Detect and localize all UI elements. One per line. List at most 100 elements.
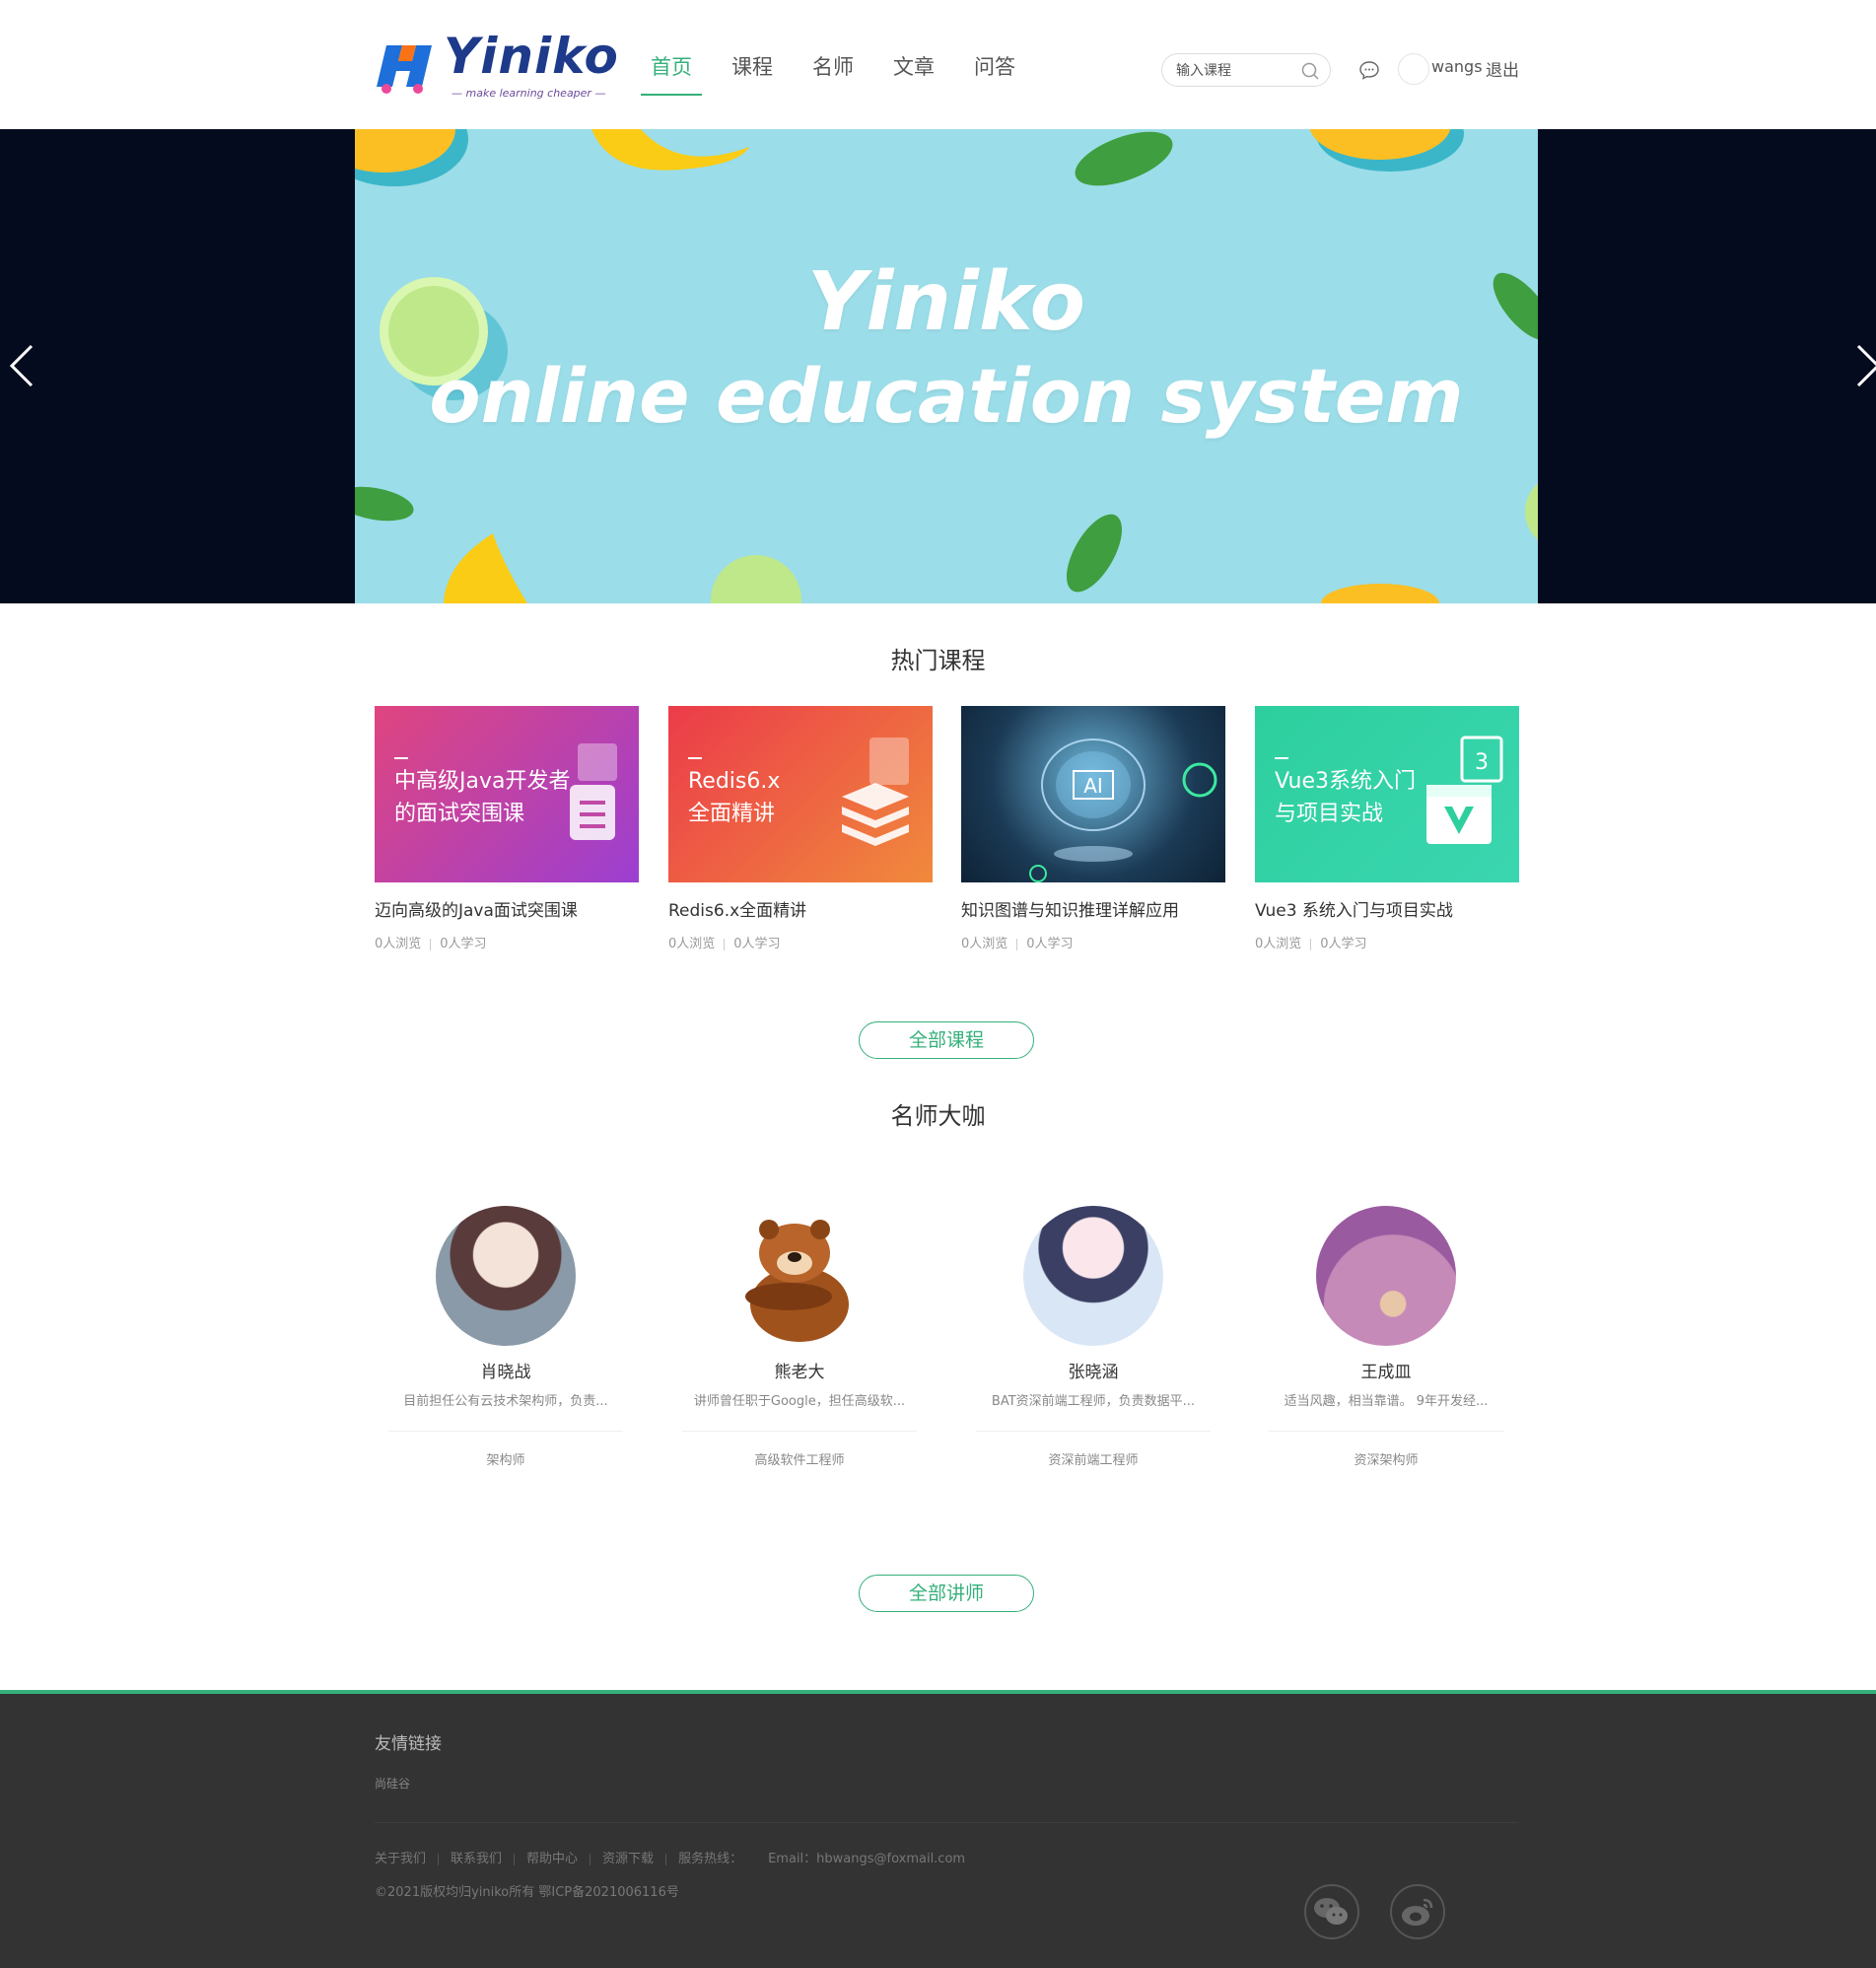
footer-link-contact[interactable]: 联系我们 [451, 1852, 502, 1866]
divider [1269, 1431, 1503, 1432]
teacher-avatar[interactable] [1023, 1206, 1163, 1346]
hot-courses-title: 热门课程 [890, 647, 986, 674]
banner-title: Yiniko [807, 255, 1085, 349]
course-cover-text: 中高级Java开发者 的面试突围课 [394, 757, 570, 830]
footer-link-help[interactable]: 帮助中心 [526, 1852, 578, 1866]
course-name[interactable]: 迈向高级的Java面试突围课 [375, 896, 639, 921]
teacher-desc: 目前担任公有云技术架构师，负责... [403, 1394, 608, 1409]
course-card[interactable]: Vue3系统入门 与项目实战 3 Vue3 系统入门与项目实战 0人浏览 0人学习 [1255, 706, 1519, 951]
course-name[interactable]: Vue3 系统入门与项目实战 [1255, 896, 1519, 921]
footer-hotline: 服务热线： [678, 1852, 743, 1866]
course-meta: 0人浏览 0人学习 [668, 933, 933, 951]
teacher-name[interactable]: 熊老大 [682, 1358, 917, 1382]
course-cover[interactable]: Vue3系统入门 与项目实战 3 [1255, 706, 1519, 882]
logo-tagline: — make learning cheaper — [452, 87, 606, 100]
logo-mark-icon [377, 45, 432, 94]
svg-text:3: 3 [1475, 750, 1489, 775]
user-avatar[interactable] [1398, 53, 1429, 85]
course-views: 0人浏览 [961, 937, 1008, 951]
course-cover[interactable]: Redis6.x 全面精讲 [668, 706, 933, 882]
teacher-title: 高级软件工程师 [754, 1453, 845, 1468]
divider [388, 1431, 623, 1432]
ai-brain-icon: AI [1029, 738, 1217, 882]
banner-slide[interactable]: Yiniko online education system [355, 129, 1538, 603]
search-icon[interactable] [1300, 61, 1320, 81]
course-card[interactable]: AI 知识图谱与知识推理详解应用 0人浏览 0人学习 [961, 706, 1225, 951]
teacher-title: 资深架构师 [1354, 1453, 1419, 1468]
nav-qa[interactable]: 问答 [974, 51, 1015, 96]
course-name[interactable]: Redis6.x全面精讲 [668, 896, 933, 921]
footer-link-download[interactable]: 资源下载 [602, 1852, 654, 1866]
teacher-desc: BAT资深前端工程师，负责数据平... [991, 1394, 1196, 1409]
search-input[interactable] [1176, 61, 1294, 81]
course-name[interactable]: 知识图谱与知识推理详解应用 [961, 896, 1225, 921]
logo[interactable]: Yiniko — make learning cheaper — [373, 28, 618, 106]
logo-text: Yiniko [444, 28, 619, 85]
teacher-card[interactable]: 王成皿 适当风趣，相当靠谱。 9年开发经... 资深架构师 [1269, 1206, 1503, 1468]
logout-link[interactable]: 退出 [1486, 56, 1519, 81]
course-card[interactable]: Redis6.x 全面精讲 Redis6.x全面精讲 0人浏览 0人学习 [668, 706, 933, 951]
course-meta: 0人浏览 0人学习 [961, 933, 1225, 951]
nav-home[interactable]: 首页 [641, 51, 702, 96]
course-cover-text: Redis6.x 全面精讲 [688, 757, 780, 830]
nav-articles[interactable]: 文章 [893, 51, 935, 96]
teacher-avatar[interactable] [436, 1206, 576, 1346]
divider [682, 1431, 917, 1432]
nav-courses[interactable]: 课程 [731, 51, 773, 96]
teacher-title: 资深前端工程师 [1048, 1453, 1139, 1468]
friend-link[interactable]: 尚硅谷 [375, 1775, 410, 1792]
course-card[interactable]: 中高级Java开发者 的面试突围课 迈向高级的Java面试突围课 0人浏览 0人学… [375, 706, 639, 951]
main-nav: 首页 课程 名师 文章 问答 [641, 51, 1055, 96]
course-learners: 0人学习 [1320, 937, 1367, 951]
teacher-card[interactable]: 肖晓战 目前担任公有云技术架构师，负责... 架构师 [388, 1206, 623, 1468]
svg-text:AI: AI [1083, 774, 1103, 798]
teacher-title: 架构师 [486, 1453, 525, 1468]
site-footer: 友情链接 尚硅谷 关于我们 联系我们 帮助中心 资源下载 服务热线： Email：hbwa… [0, 1690, 1876, 1968]
course-learners: 0人学习 [1026, 937, 1074, 951]
bear-illustration [745, 1220, 849, 1342]
divider [976, 1431, 1211, 1432]
footer-email: Email：hbwangs@foxmail.com [768, 1852, 966, 1866]
footer-link-about[interactable]: 关于我们 [375, 1852, 426, 1866]
document-icon [570, 743, 617, 840]
copyright: ©2021版权均归yiniko所有 鄂ICP备2021006116号 [375, 1885, 679, 1900]
banner-subtitle: online education system [429, 352, 1464, 440]
teacher-name[interactable]: 肖晓战 [388, 1358, 623, 1382]
site-header: Yiniko — make learning cheaper — 首页 课程 名… [0, 0, 1876, 129]
database-icon [842, 738, 909, 846]
wechat-icon[interactable] [1304, 1884, 1359, 1939]
teacher-avatar[interactable] [730, 1206, 869, 1346]
carousel-prev-icon[interactable] [4, 336, 43, 395]
course-views: 0人浏览 [668, 937, 716, 951]
footer-divider [375, 1822, 1518, 1823]
vue-window-icon: 3 [1426, 736, 1503, 844]
course-meta: 0人浏览 0人学习 [375, 933, 639, 951]
footer-nav: 关于我们 联系我们 帮助中心 资源下载 服务热线： Email：hbwangs@foxma… [375, 1848, 977, 1866]
course-learners: 0人学习 [440, 937, 487, 951]
message-icon[interactable] [1358, 59, 1380, 81]
teachers-title: 名师大咖 [890, 1102, 986, 1130]
teacher-desc: 适当风趣，相当靠谱。 9年开发经... [1284, 1394, 1489, 1409]
search-box [1161, 53, 1331, 87]
course-cover[interactable]: 中高级Java开发者 的面试突围课 [375, 706, 639, 882]
teacher-card[interactable]: 熊老大 讲师曾任职于Google，担任高级软... 高级软件工程师 [682, 1206, 917, 1468]
teacher-avatar[interactable] [1316, 1206, 1456, 1346]
course-views: 0人浏览 [375, 937, 422, 951]
teacher-name[interactable]: 张晓涵 [976, 1358, 1211, 1382]
teacher-desc: 讲师曾任职于Google，担任高级软... [693, 1394, 906, 1409]
friend-links-title: 友情链接 [375, 1734, 442, 1754]
course-learners: 0人学习 [733, 937, 781, 951]
course-cover-text: Vue3系统入门 与项目实战 [1275, 757, 1416, 830]
nav-teachers[interactable]: 名师 [812, 51, 854, 96]
username[interactable]: wangs [1431, 57, 1483, 76]
course-meta: 0人浏览 0人学习 [1255, 933, 1519, 951]
teacher-name[interactable]: 王成皿 [1269, 1358, 1503, 1382]
all-courses-button[interactable]: 全部课程 [859, 1021, 1034, 1059]
all-teachers-button[interactable]: 全部讲师 [859, 1575, 1034, 1612]
hero-carousel: Yiniko online education system [0, 129, 1876, 603]
teacher-card[interactable]: 张晓涵 BAT资深前端工程师，负责数据平... 资深前端工程师 [976, 1206, 1211, 1468]
carousel-next-icon[interactable] [1846, 336, 1876, 395]
course-cover[interactable]: AI [961, 706, 1225, 882]
course-views: 0人浏览 [1255, 937, 1302, 951]
weibo-icon[interactable] [1390, 1884, 1445, 1939]
